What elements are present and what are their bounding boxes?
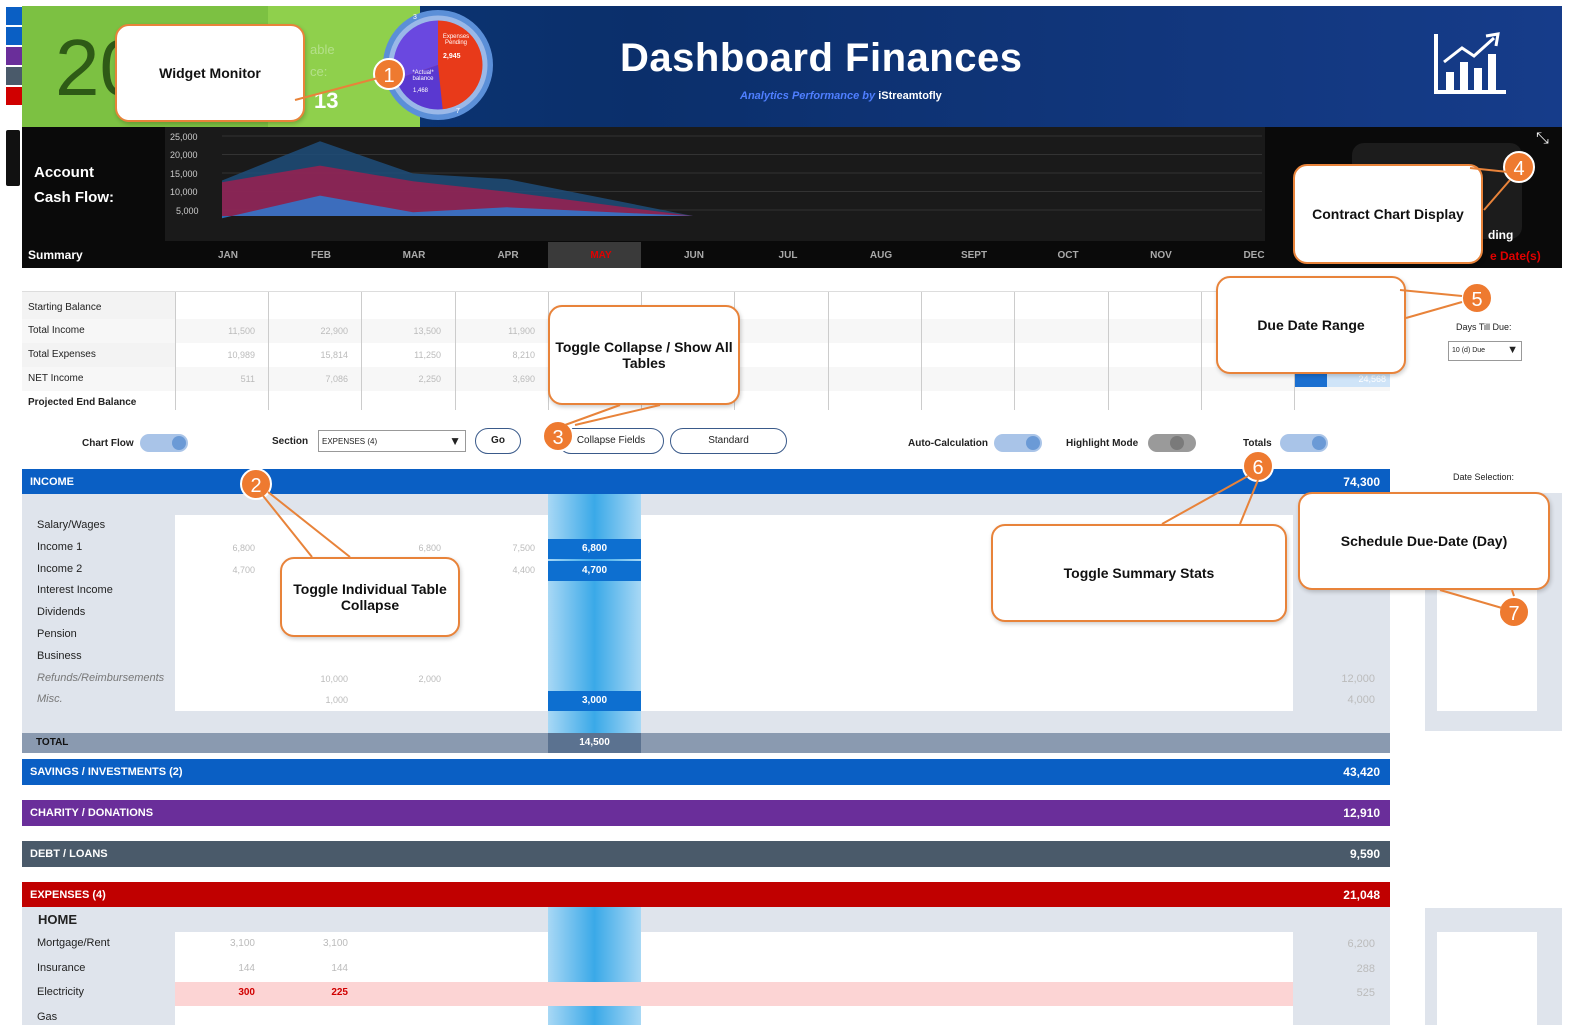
callout-pointers [259,77,1515,609]
